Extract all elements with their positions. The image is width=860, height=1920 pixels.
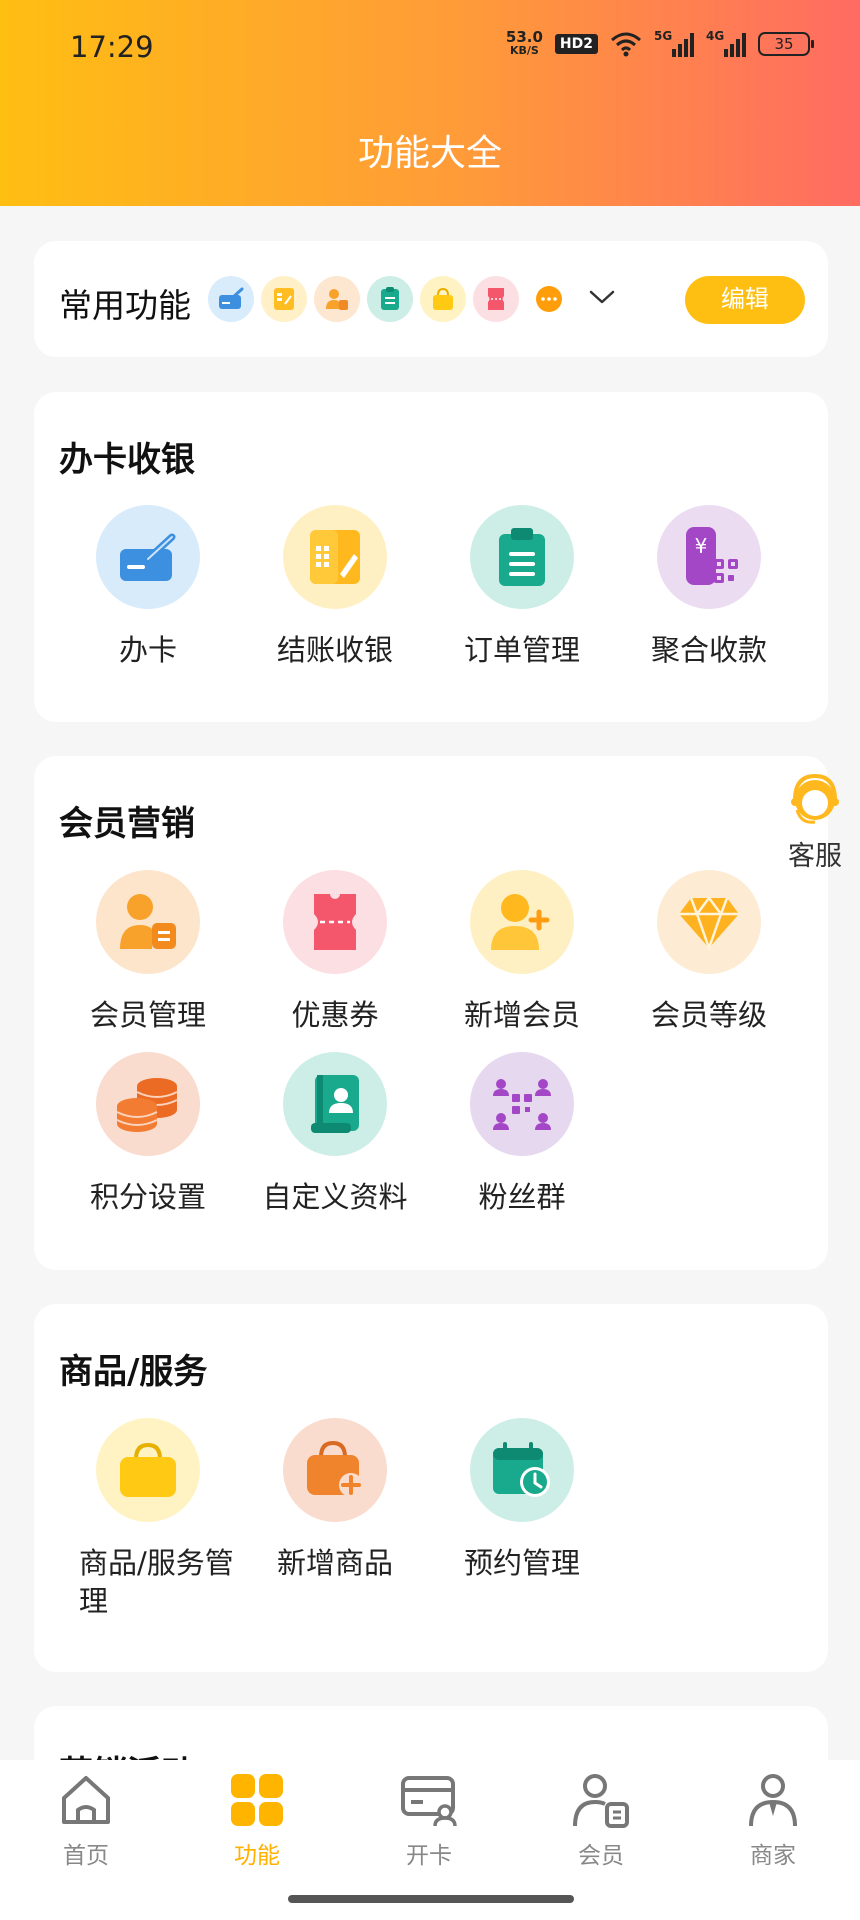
tab-merchant[interactable]: 商家 [713,1772,833,1870]
feature-label: 会员等级 [650,998,767,1032]
signal-5g-icon: 5G [654,29,694,57]
svg-text:¥: ¥ [695,534,708,558]
coins-icon [96,1052,200,1156]
battery-icon: 35 [758,32,814,56]
feature-label: 新增会员 [463,998,580,1032]
status-bar: 17:29 53.0 KB/S HD2 5G 4G 35 [0,0,860,100]
feature-label: 会员管理 [89,998,206,1032]
page-title: 功能大全 [357,133,502,174]
checkout-icon[interactable] [261,276,307,322]
clipboard-icon [470,505,574,609]
contact-book-icon [283,1052,387,1156]
favorites-card: 常用功能 编辑 [34,241,828,357]
feature-add-member[interactable]: 新增会员 [429,870,615,1034]
section-card-member-marketing: 会员营销 会员管理 优惠券 新增会员 会员等级 积分设置 自定义资料 粉丝群 [34,756,828,1270]
merchant-icon [749,1774,797,1827]
feature-label: 办卡 [118,633,177,667]
feature-appointment-management[interactable]: 预约管理 [429,1418,615,1582]
edit-button[interactable]: 编辑 [685,276,805,324]
bag-icon[interactable] [420,276,466,322]
feature-label: 新增商品 [276,1546,393,1580]
section-title: 会员营销 [59,804,195,844]
wifi-icon [611,32,641,57]
coupon-icon [283,870,387,974]
feature-label: 结账收银 [276,633,393,667]
feature-open-card[interactable]: 办卡 [55,505,241,669]
tab-label: 开卡 [406,1843,452,1869]
feature-checkout[interactable]: 结账收银 [242,505,428,669]
tab-home[interactable]: 首页 [26,1772,146,1870]
feature-aggregate-payment[interactable]: ¥ 聚合收款 [616,505,802,669]
feature-fan-group[interactable]: 粉丝群 [429,1052,615,1216]
tab-label: 会员 [578,1843,624,1869]
diamond-icon [657,870,761,974]
customer-service-icon [791,773,839,824]
favorites-title: 常用功能 [59,286,191,325]
add-user-icon [470,870,574,974]
header: 17:29 53.0 KB/S HD2 5G 4G 35 功能大全 [0,0,860,206]
qr-payment-icon: ¥ [657,505,761,609]
network-speed: 53.0 KB/S [505,28,543,58]
feature-member-level[interactable]: 会员等级 [616,870,802,1034]
calendar-clock-icon [470,1418,574,1522]
feature-label: 商品/服务管理 [79,1546,234,1618]
member-card-icon [96,870,200,974]
feature-goods-management[interactable]: 商品/服务管理 [55,1418,241,1620]
feature-label: 订单管理 [463,633,580,667]
feature-member-management[interactable]: 会员管理 [55,870,241,1034]
status-icons: 53.0 KB/S HD2 5G 4G 35 [505,28,814,58]
checkout-icon [283,505,387,609]
status-time: 17:29 [70,30,154,64]
chevron-down-icon[interactable] [586,281,618,313]
add-bag-icon [283,1418,387,1522]
home-indicator[interactable] [288,1895,574,1903]
feature-label: 自定义资料 [262,1180,408,1214]
section-title: 商品/服务 [59,1352,208,1392]
tab-label: 商家 [750,1843,796,1869]
feature-points-settings[interactable]: 积分设置 [55,1052,241,1216]
feature-label: 聚合收款 [650,633,767,667]
section-card-goods-service: 商品/服务 商品/服务管理 新增商品 预约管理 [34,1304,828,1672]
feature-label: 粉丝群 [478,1180,566,1214]
shopping-bag-icon [96,1418,200,1522]
favorites-icons[interactable] [208,276,572,322]
more-icon[interactable] [526,276,572,322]
grid-icon [231,1774,283,1826]
tab-label: 首页 [63,1843,109,1869]
feature-label: 积分设置 [89,1180,206,1214]
member-icon [573,1774,629,1828]
card-icon[interactable] [208,276,254,322]
customer-service-label: 客服 [788,841,842,872]
customer-service-button[interactable]: 客服 [780,770,850,873]
card-icon [96,505,200,609]
tab-label: 功能 [234,1843,280,1869]
signal-4g-icon: 4G [706,29,746,57]
order-icon[interactable] [367,276,413,322]
feature-label: 优惠券 [291,998,379,1032]
coupon-icon[interactable] [473,276,519,322]
hd-badge: HD2 [554,34,598,54]
member-icon[interactable] [314,276,360,322]
feature-add-goods[interactable]: 新增商品 [242,1418,428,1582]
tab-member[interactable]: 会员 [541,1772,661,1870]
tab-open-card[interactable]: 开卡 [369,1772,489,1870]
fan-group-icon [470,1052,574,1156]
feature-order-management[interactable]: 订单管理 [429,505,615,669]
feature-label: 预约管理 [463,1546,580,1580]
tab-functions[interactable]: 功能 [197,1772,317,1870]
feature-custom-profile[interactable]: 自定义资料 [242,1052,428,1216]
section-card-cashier: 办卡收银 办卡 结账收银 订单管理 ¥ 聚合收款 [34,392,828,722]
home-icon [62,1776,110,1824]
feature-coupon[interactable]: 优惠券 [242,870,428,1034]
open-card-icon [401,1776,457,1827]
section-title: 办卡收银 [59,440,195,480]
